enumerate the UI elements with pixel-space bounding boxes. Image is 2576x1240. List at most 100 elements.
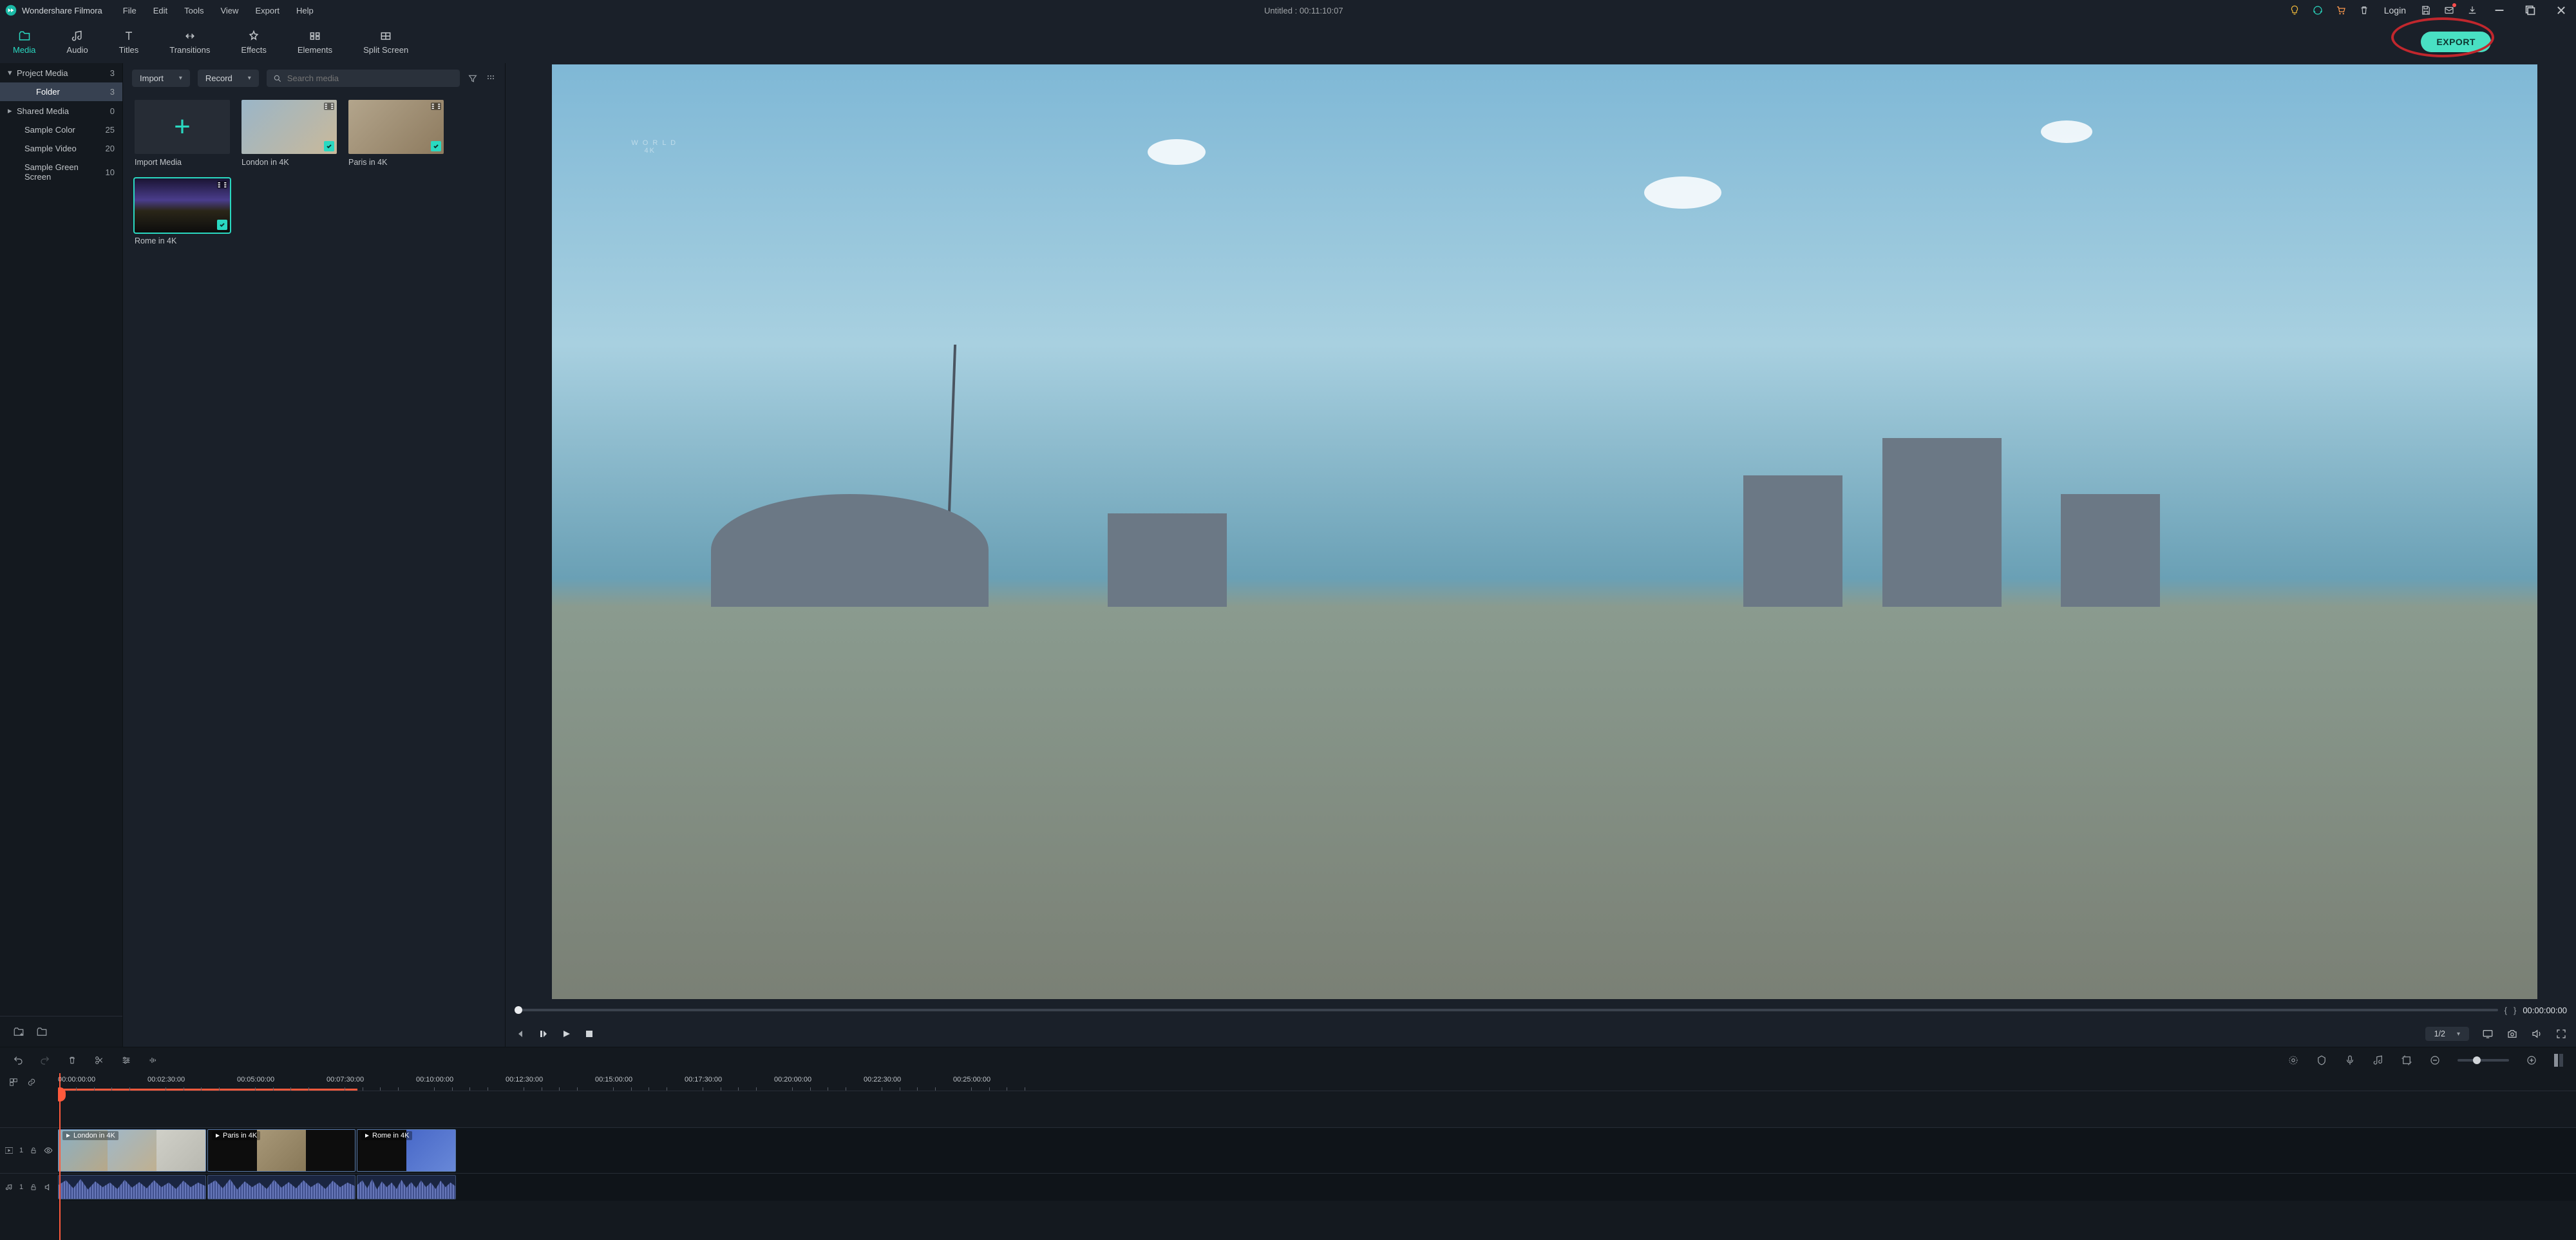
delete-icon[interactable]: [67, 1055, 77, 1065]
support-icon[interactable]: [2312, 5, 2324, 16]
timeline-audio-clip[interactable]: [58, 1175, 206, 1199]
link-icon[interactable]: [27, 1078, 36, 1087]
import-dropdown[interactable]: Import ▾: [132, 70, 190, 87]
watermark: W O R L D 4K: [631, 139, 677, 155]
mark-out-icon[interactable]: }: [2514, 1006, 2516, 1015]
sidebar-item-sample-color[interactable]: Sample Color 25: [0, 120, 122, 139]
tab-elements[interactable]: Elements: [292, 30, 337, 55]
video-track[interactable]: London in 4K Paris in 4K Rome in 4K: [58, 1127, 2576, 1174]
render-icon[interactable]: [2287, 1054, 2299, 1066]
menu-tools[interactable]: Tools: [179, 3, 209, 18]
menu-view[interactable]: View: [215, 3, 243, 18]
export-button[interactable]: EXPORT: [2421, 32, 2491, 52]
tab-transitions[interactable]: Transitions: [164, 30, 215, 55]
eye-icon[interactable]: [44, 1146, 53, 1155]
menu-export[interactable]: Export: [250, 3, 285, 18]
manage-tracks-icon[interactable]: [9, 1078, 18, 1087]
timeline-tracks[interactable]: 00:00:00:0000:02:30:0000:05:00:0000:07:3…: [58, 1073, 2576, 1240]
zoom-slider[interactable]: [2458, 1059, 2509, 1062]
search-icon: [273, 74, 282, 83]
audio-levels-icon[interactable]: [148, 1055, 158, 1065]
audio-track[interactable]: [58, 1174, 2576, 1201]
media-item[interactable]: London in 4K: [242, 100, 337, 167]
zoom-out-icon[interactable]: [2429, 1054, 2441, 1066]
split-icon[interactable]: [94, 1055, 104, 1065]
login-button[interactable]: Login: [2382, 5, 2409, 15]
preview-scrubber[interactable]: [515, 1009, 2498, 1011]
timeline-clip[interactable]: Rome in 4K: [357, 1129, 456, 1172]
minimize-button[interactable]: [2490, 5, 2509, 16]
timeline-gutter: 1 1: [0, 1073, 58, 1240]
voiceover-icon[interactable]: [2344, 1054, 2356, 1066]
speaker-icon[interactable]: [44, 1183, 53, 1192]
lock-icon[interactable]: [30, 1183, 37, 1191]
tab-effects[interactable]: Effects: [236, 30, 272, 55]
folder-icon[interactable]: [36, 1026, 48, 1038]
menu-edit[interactable]: Edit: [148, 3, 173, 18]
snapshot-icon[interactable]: [2506, 1028, 2518, 1040]
menubar: File Edit Tools View Export Help: [118, 3, 319, 18]
menu-file[interactable]: File: [118, 3, 142, 18]
sidebar-item-shared-media[interactable]: ▸ Shared Media 0: [0, 101, 122, 120]
crop-icon[interactable]: [2401, 1054, 2412, 1066]
timeline-clip[interactable]: Paris in 4K: [207, 1129, 355, 1172]
lock-icon[interactable]: [30, 1147, 37, 1154]
media-item-label: Import Media: [135, 158, 230, 167]
clip-label: London in 4K: [73, 1132, 115, 1140]
ruler-tick: 00:10:00:00: [416, 1076, 453, 1083]
sidebar-item-sample-green-screen[interactable]: Sample Green Screen 10: [0, 158, 122, 186]
prev-frame-button[interactable]: [515, 1029, 525, 1039]
close-button[interactable]: [2552, 5, 2571, 16]
sidebar-item-project-media[interactable]: ▾ Project Media 3: [0, 63, 122, 82]
marker-icon[interactable]: [2316, 1054, 2327, 1066]
search-media[interactable]: [267, 70, 460, 87]
record-dropdown[interactable]: Record ▾: [198, 70, 259, 87]
mark-in-icon[interactable]: {: [2505, 1006, 2507, 1015]
play-button[interactable]: [561, 1029, 571, 1039]
idea-icon[interactable]: [2289, 5, 2300, 16]
sidebar-item-count: 20: [106, 144, 115, 153]
play-pause-button[interactable]: [538, 1029, 548, 1039]
maximize-button[interactable]: [2521, 5, 2540, 16]
page-selector[interactable]: 1/2 ▾: [2425, 1027, 2469, 1041]
timeline-audio-clip[interactable]: [207, 1175, 355, 1199]
menu-help[interactable]: Help: [291, 3, 319, 18]
timeline-ruler[interactable]: 00:00:00:0000:02:30:0000:05:00:0000:07:3…: [58, 1073, 2576, 1091]
message-icon[interactable]: [2443, 5, 2455, 16]
filter-icon[interactable]: [468, 73, 478, 84]
trash-icon[interactable]: [2358, 5, 2370, 16]
adjust-icon[interactable]: [121, 1055, 131, 1065]
undo-icon[interactable]: [13, 1055, 23, 1065]
sidebar-item-label: Folder: [36, 87, 60, 97]
music-icon[interactable]: [2372, 1054, 2384, 1066]
search-input[interactable]: [287, 73, 453, 83]
sidebar-item-folder[interactable]: Folder 3: [0, 82, 122, 101]
display-icon[interactable]: [2482, 1028, 2494, 1040]
redo-icon[interactable]: [40, 1055, 50, 1065]
cart-icon[interactable]: [2335, 5, 2347, 16]
stop-button[interactable]: [584, 1029, 594, 1039]
download-icon[interactable]: [2467, 5, 2478, 16]
zoom-fit-icon[interactable]: [2554, 1054, 2563, 1067]
fullscreen-icon[interactable]: [2555, 1028, 2567, 1040]
page-label: 1/2: [2434, 1029, 2445, 1038]
ruler-tick: 00:07:30:00: [327, 1076, 364, 1083]
tab-audio[interactable]: Audio: [61, 30, 93, 55]
timeline-clip[interactable]: London in 4K: [58, 1129, 206, 1172]
save-icon[interactable]: [2420, 5, 2432, 16]
tab-titles[interactable]: Titles: [114, 30, 144, 55]
tab-media[interactable]: Media: [8, 30, 41, 55]
preview-viewport[interactable]: W O R L D 4K: [552, 64, 2537, 999]
media-item[interactable]: Rome in 4K: [135, 178, 230, 245]
timeline-audio-clip[interactable]: [357, 1175, 456, 1199]
media-item-import[interactable]: + Import Media: [135, 100, 230, 167]
sidebar-item-sample-video[interactable]: Sample Video 20: [0, 139, 122, 158]
new-folder-icon[interactable]: [13, 1026, 24, 1038]
media-item[interactable]: Paris in 4K: [348, 100, 444, 167]
tab-split-screen[interactable]: Split Screen: [358, 30, 413, 55]
zoom-in-icon[interactable]: [2526, 1054, 2537, 1066]
volume-icon[interactable]: [2531, 1028, 2543, 1040]
playhead[interactable]: [59, 1073, 61, 1240]
sidebar-item-count: 0: [110, 106, 115, 116]
view-mode-icon[interactable]: [486, 73, 496, 84]
